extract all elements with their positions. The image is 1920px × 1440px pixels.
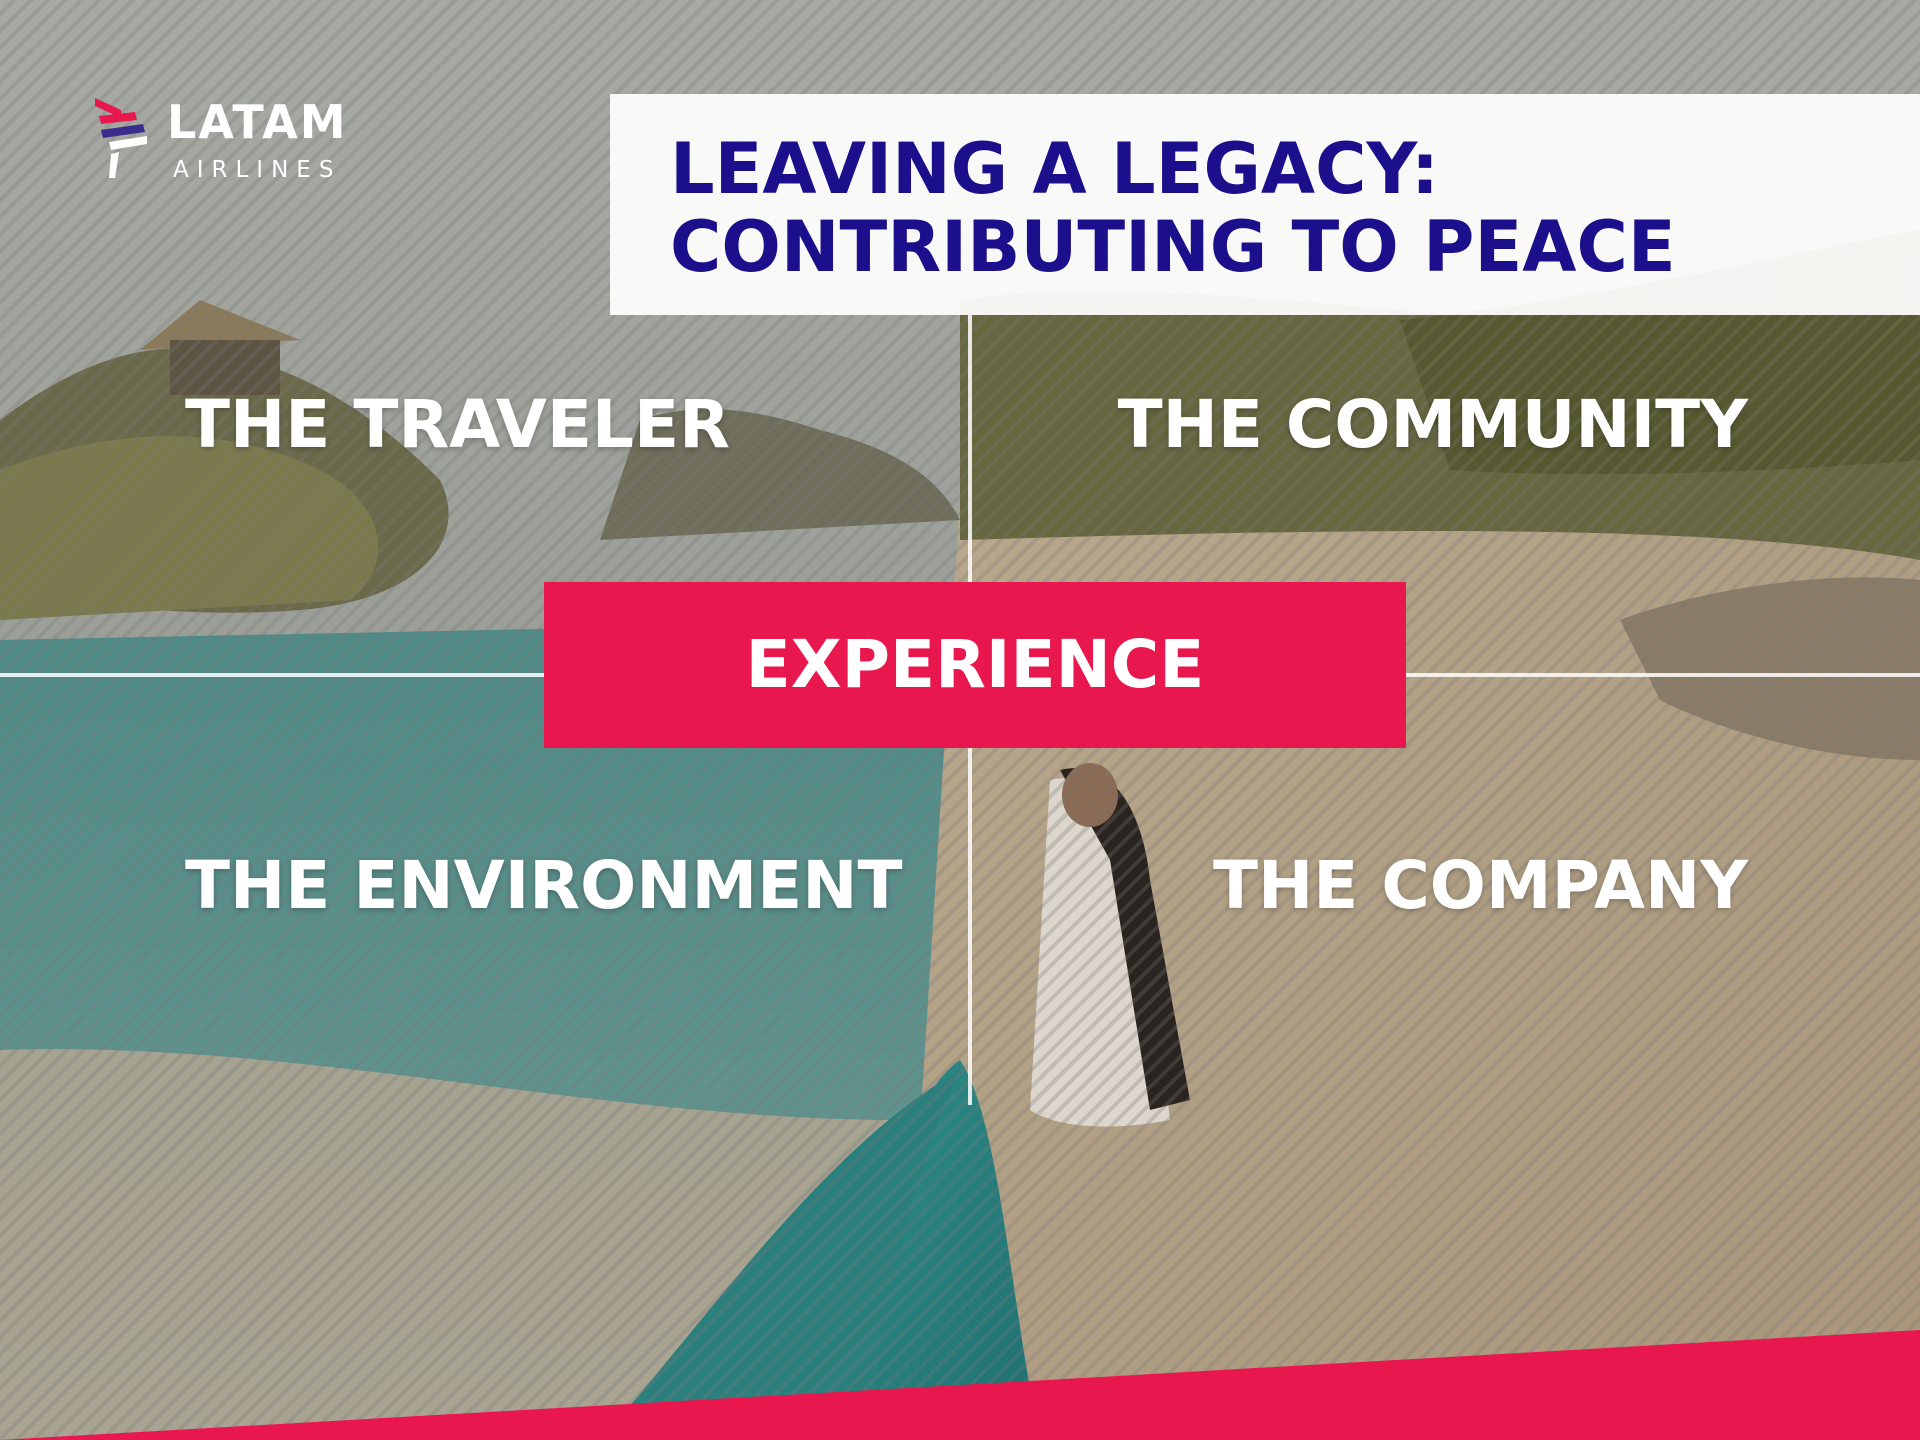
title-panel: LEAVING A LEGACY: CONTRIBUTING TO PEACE — [610, 94, 1920, 315]
quadrant-company: THE COMPANY — [1213, 847, 1748, 924]
logo-wordmark: LATAM — [167, 95, 348, 149]
latam-logo-icon — [95, 98, 147, 178]
experience-box: EXPERIENCE — [544, 582, 1406, 748]
title-line-1: LEAVING A LEGACY: — [670, 128, 1440, 210]
title-line-2: CONTRIBUTING TO PEACE — [670, 206, 1676, 288]
bottom-accent-band — [0, 1330, 1920, 1440]
latam-logo: LATAM AIRLINES — [95, 94, 395, 189]
quadrant-community: THE COMMUNITY — [1117, 386, 1748, 463]
logo-subtitle: AIRLINES — [173, 157, 342, 183]
quadrant-traveler: THE TRAVELER — [185, 386, 730, 463]
experience-label: EXPERIENCE — [745, 626, 1205, 703]
slide: LATAM AIRLINES LEAVING A LEGACY: CONTRIB… — [0, 0, 1920, 1440]
quadrant-environment: THE ENVIRONMENT — [185, 847, 903, 924]
